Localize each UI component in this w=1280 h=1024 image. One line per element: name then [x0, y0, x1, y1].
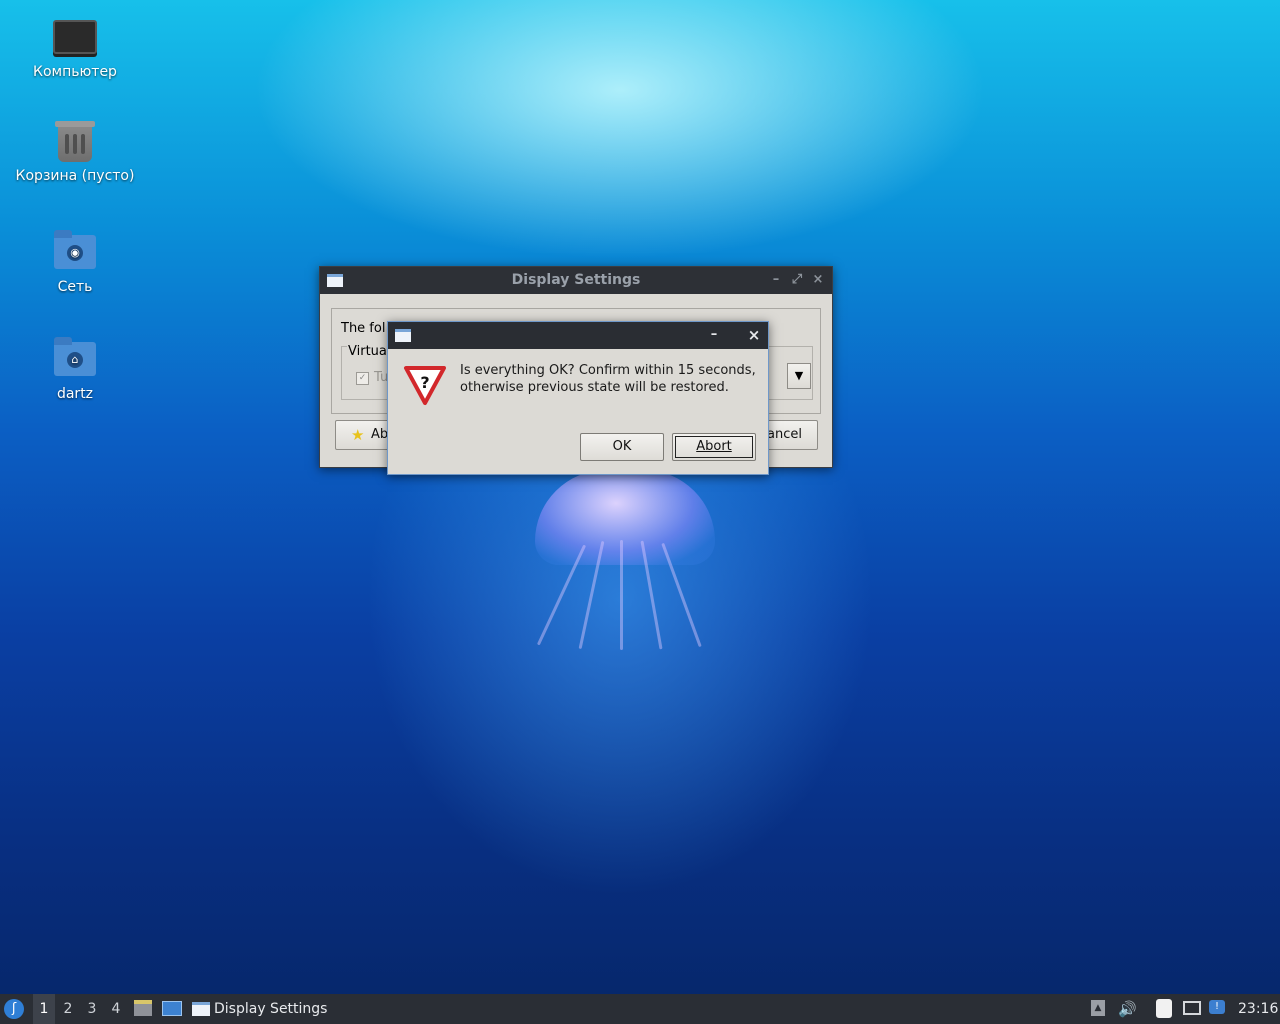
warning-question-icon: ?: [404, 366, 446, 405]
desktop-icon-home[interactable]: ⌂ dartz: [15, 337, 135, 402]
trash-icon: [53, 121, 97, 164]
computer-icon: [53, 20, 97, 60]
window-title: Display Settings: [511, 272, 641, 288]
star-icon: ★: [351, 426, 365, 444]
dialog-app-icon: [395, 329, 411, 342]
file-manager-launcher[interactable]: [134, 994, 154, 1024]
dropdown-arrow-icon[interactable]: ▼: [787, 363, 811, 389]
desktop-icon-trash[interactable]: Корзина (пусто): [15, 121, 135, 184]
home-folder-icon: ⌂: [53, 337, 97, 382]
desktop-icon-network[interactable]: ◉ Сеть: [15, 230, 135, 295]
workspace-1[interactable]: 1: [33, 994, 55, 1024]
close-icon[interactable]: ×: [744, 325, 764, 345]
abort-button[interactable]: Abort: [672, 433, 756, 461]
desktop-icon-label: Сеть: [57, 279, 93, 295]
show-desktop-button[interactable]: [162, 994, 184, 1024]
desktop-icon-computer[interactable]: Компьютер: [15, 18, 135, 80]
ok-button[interactable]: OK: [580, 433, 664, 461]
confirm-dialog: – × ? Is everything OK? Confirm within 1…: [387, 321, 769, 475]
close-icon[interactable]: ×: [808, 270, 828, 290]
workspace-2[interactable]: 2: [57, 994, 79, 1024]
tray-up-arrow-icon[interactable]: ▲: [1091, 994, 1107, 1024]
minimize-icon[interactable]: –: [766, 270, 786, 290]
taskbar: ʃ 1 2 3 4 Display Settings ▲ 🔊 ! 23:16: [0, 994, 1280, 1024]
start-menu-button[interactable]: ʃ: [4, 994, 28, 1024]
dialog-message-line: Is everything OK? Confirm within 15 seco…: [460, 363, 756, 378]
dialog-titlebar[interactable]: – ×: [388, 322, 768, 349]
group-label: Virtua: [347, 344, 388, 359]
network-folder-icon: ◉: [53, 230, 97, 275]
wallpaper-jellyfish: [520, 470, 720, 650]
file-manager-icon: [134, 1000, 152, 1016]
svg-text:?: ?: [420, 373, 429, 392]
taskbar-window-display-settings[interactable]: Display Settings: [192, 994, 352, 1024]
desktop-icon-label: Компьютер: [33, 64, 117, 80]
show-desktop-icon: [162, 1001, 182, 1016]
panel-text: The fol: [341, 321, 386, 336]
window-app-icon: [192, 1002, 210, 1016]
window-titlebar[interactable]: Display Settings – ⤢ ×: [320, 267, 832, 294]
lubuntu-logo-icon: ʃ: [4, 999, 24, 1019]
checkbox-icon[interactable]: ✓: [356, 372, 369, 385]
clipboard-icon[interactable]: [1156, 994, 1176, 1024]
workspace-3[interactable]: 3: [81, 994, 103, 1024]
dialog-message-line: otherwise previous state will be restore…: [460, 380, 729, 395]
clock[interactable]: 23:16: [1238, 994, 1278, 1024]
desktop-icon-label: dartz: [56, 386, 94, 402]
desktop-icon-label: Корзина (пусто): [15, 168, 135, 184]
volume-icon[interactable]: 🔊: [1118, 994, 1138, 1024]
dialog-message: Is everything OK? Confirm within 15 seco…: [460, 362, 760, 396]
minimize-icon[interactable]: –: [704, 325, 724, 345]
maximize-icon[interactable]: ⤢: [787, 270, 807, 290]
network-icon[interactable]: [1183, 994, 1203, 1024]
workspace-4[interactable]: 4: [105, 994, 127, 1024]
update-notifier-icon[interactable]: !: [1209, 994, 1229, 1024]
